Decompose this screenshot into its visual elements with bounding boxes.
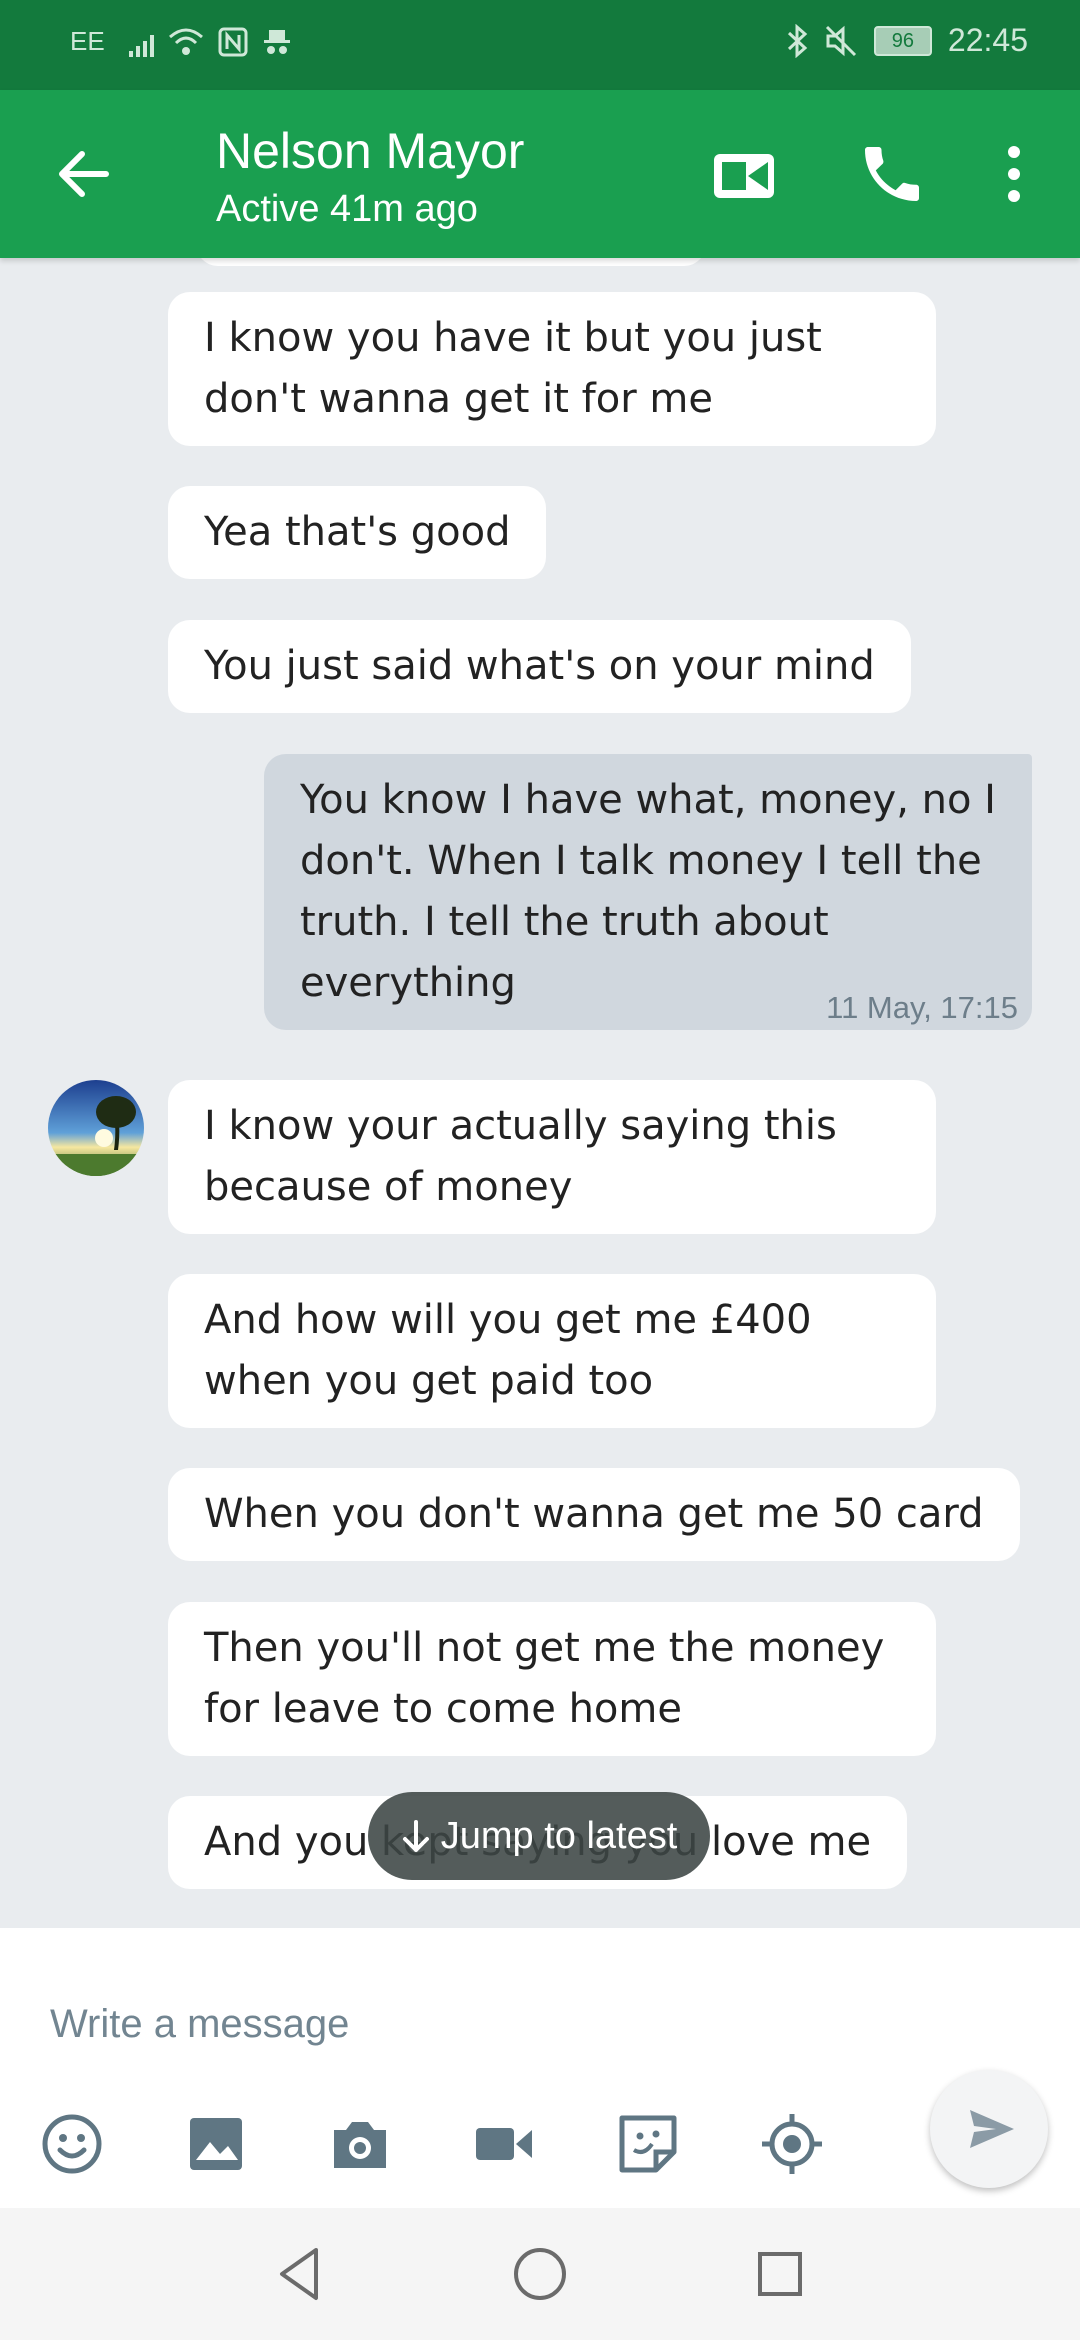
message-list[interactable]: I know you have it but you just don't wa…	[0, 258, 1080, 1928]
status-left: EE	[70, 26, 292, 57]
message-bubble-incoming[interactable]: And how will you get me £400 when you ge…	[168, 1274, 936, 1428]
mute-icon	[825, 25, 856, 56]
wifi-icon	[168, 28, 203, 55]
message-composer	[0, 1928, 1080, 2208]
message-bubble-incoming[interactable]: Yea that's good	[168, 486, 547, 579]
nfc-icon	[218, 27, 248, 56]
contact-avatar[interactable]	[48, 1080, 144, 1176]
gallery-icon[interactable]	[184, 2112, 248, 2176]
jump-to-latest-button[interactable]: Jump to latest	[368, 1792, 710, 1880]
nav-home-icon[interactable]	[508, 2242, 572, 2306]
system-nav-bar	[0, 2208, 1080, 2340]
message-bubble-incoming[interactable]: Then you'll not get me the money for lea…	[168, 1602, 936, 1756]
message-bubble-incoming[interactable]: I know your actually saying this because…	[168, 1080, 936, 1234]
message-timestamp: 11 May, 17:15	[826, 990, 1018, 1025]
active-status: Active 41m ago	[216, 188, 478, 230]
message-bubble-outgoing[interactable]: You know I have what, money, no I don't.…	[264, 754, 1032, 1030]
message-bubble-partial	[196, 258, 706, 266]
avatar-image	[48, 1080, 144, 1176]
status-right: 96 22:45	[786, 22, 1028, 59]
sticker-icon[interactable]	[616, 2112, 680, 2176]
nav-recents-icon[interactable]	[748, 2242, 812, 2306]
carrier-label: EE	[70, 26, 105, 56]
message-input[interactable]	[48, 1978, 852, 2070]
video-icon[interactable]	[472, 2112, 536, 2176]
contact-name[interactable]: Nelson Mayor	[216, 122, 524, 180]
back-arrow-icon[interactable]	[52, 142, 116, 206]
emoji-icon[interactable]	[40, 2112, 104, 2176]
jump-to-latest-label: Jump to latest	[440, 1814, 678, 1857]
signal-icon	[128, 27, 154, 57]
status-bar: EE 96 22:45	[0, 0, 1080, 90]
nav-back-icon[interactable]	[268, 2242, 332, 2306]
phone-icon[interactable]	[856, 138, 928, 210]
message-bubble-incoming[interactable]: When you don't wanna get me 50 card	[168, 1468, 1020, 1561]
location-icon[interactable]	[760, 2112, 824, 2176]
message-bubble-incoming[interactable]: You just said what's on your mind	[168, 620, 911, 713]
camera-icon[interactable]	[328, 2112, 392, 2176]
arrow-down-icon	[402, 1820, 429, 1852]
more-options-icon[interactable]	[998, 138, 1030, 210]
bluetooth-icon	[787, 23, 808, 58]
clock: 22:45	[947, 22, 1028, 58]
send-icon	[970, 2110, 1014, 2148]
message-bubble-incoming[interactable]: I know you have it but you just don't wa…	[168, 292, 936, 446]
battery-indicator: 96	[873, 25, 932, 56]
conversation-header: Nelson Mayor Active 41m ago	[0, 90, 1080, 258]
incognito-icon	[263, 29, 290, 54]
video-call-icon[interactable]	[712, 140, 776, 210]
send-button[interactable]	[930, 2070, 1048, 2188]
